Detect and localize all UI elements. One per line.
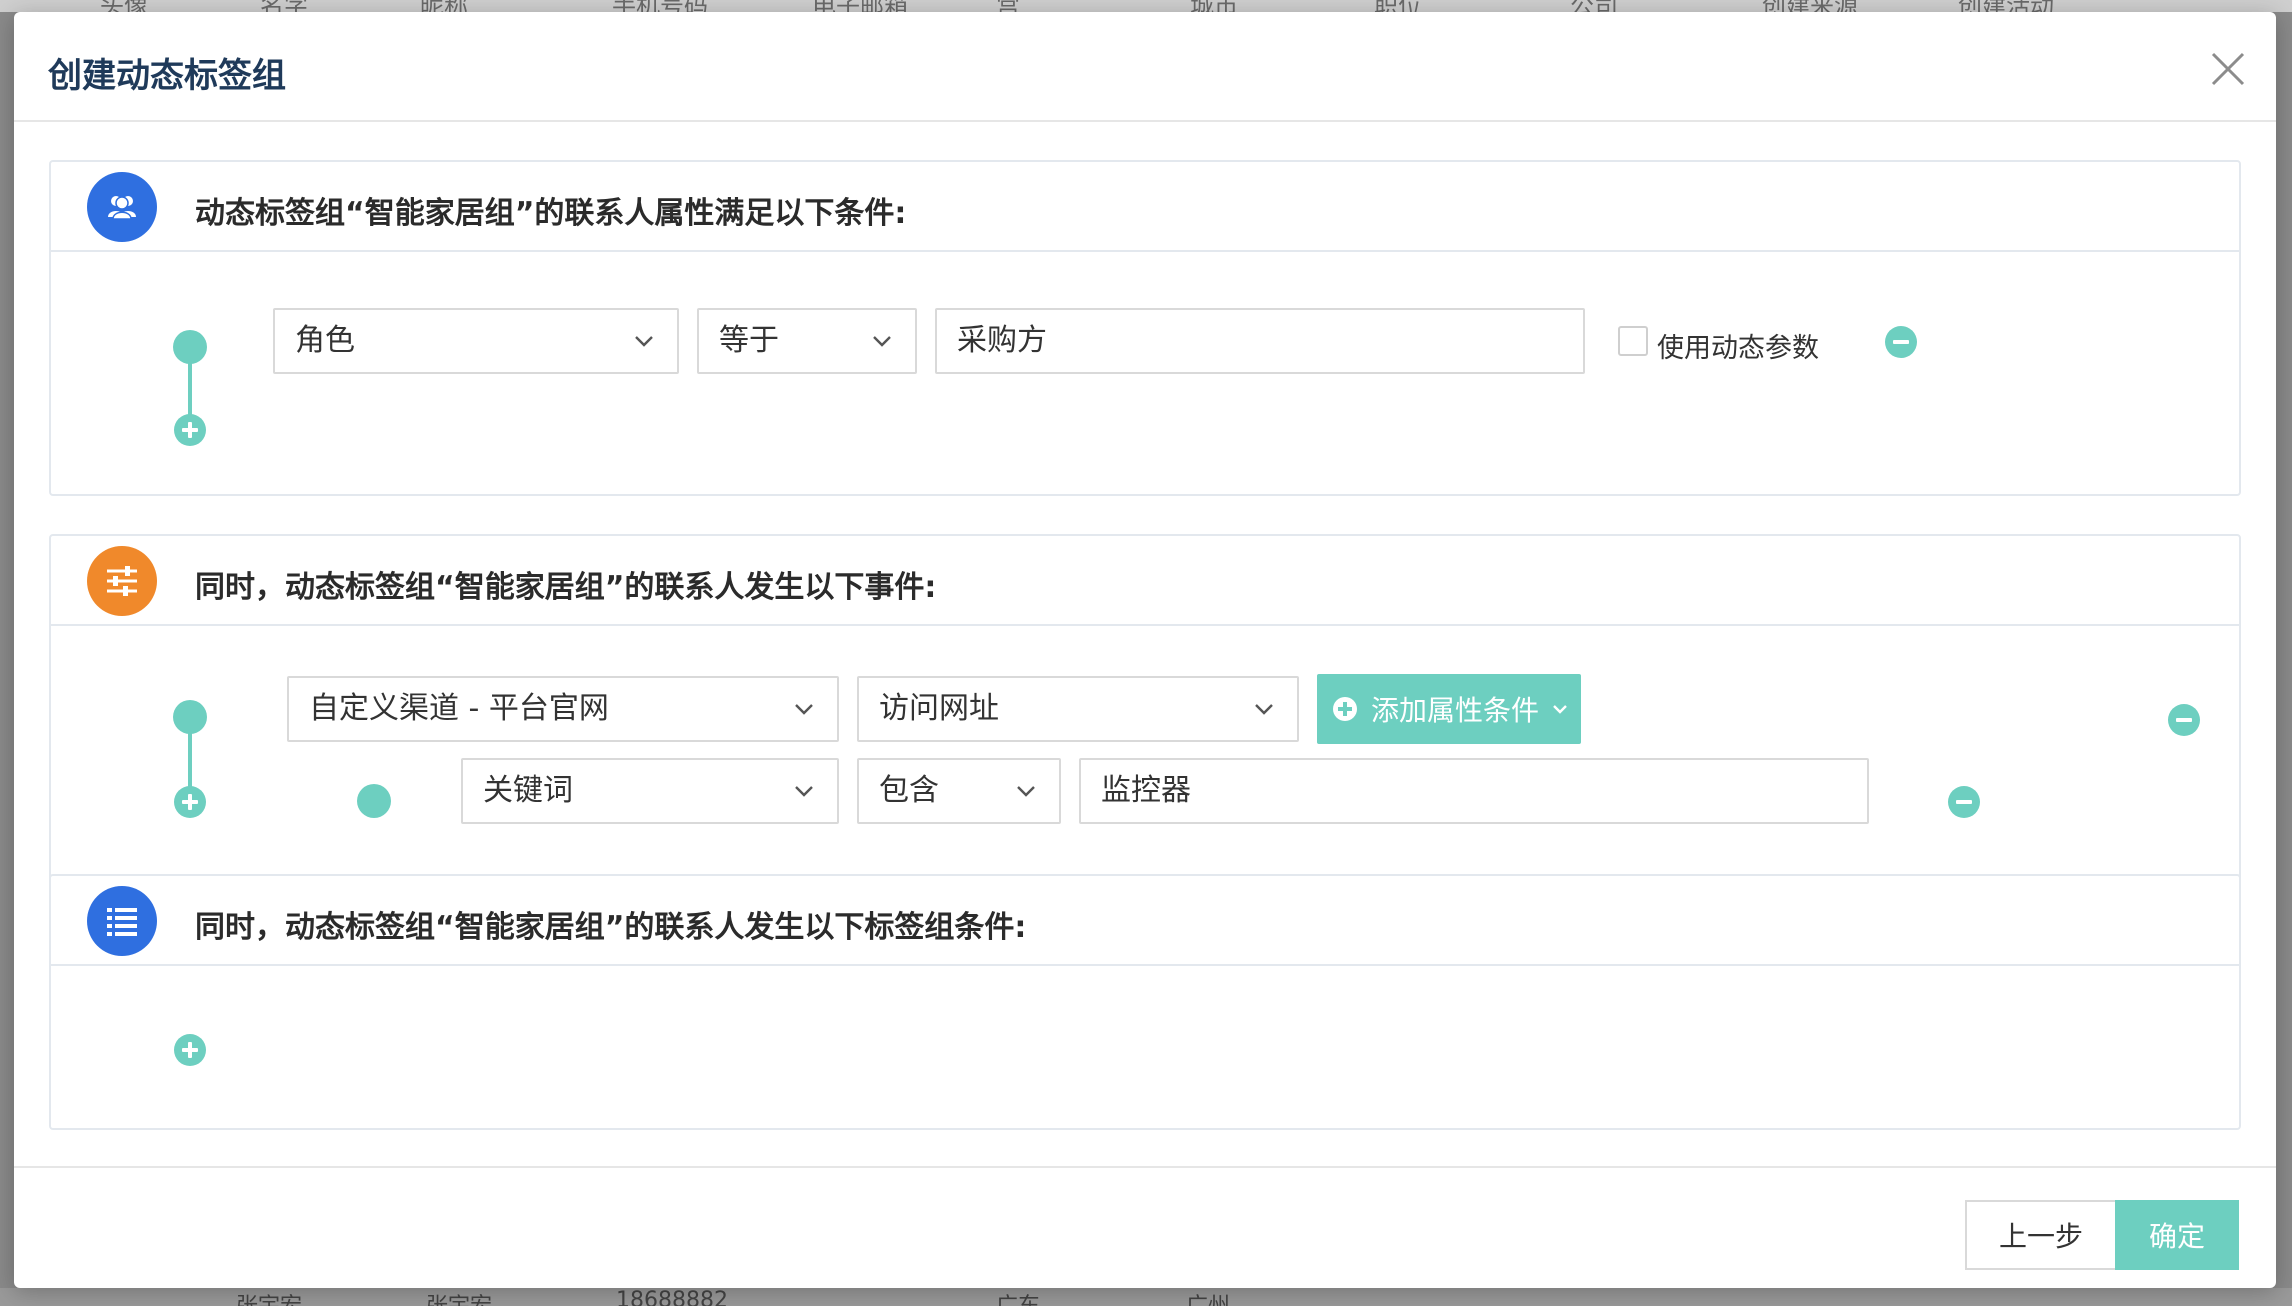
- modal-header: 创建动态标签组: [14, 12, 2276, 122]
- modal-title: 创建动态标签组: [48, 56, 286, 96]
- tag-groups-section-header: 同时，动态标签组“智能家居组”的联系人发生以下标签组条件:: [51, 876, 2239, 966]
- bg-col-position: 职位: [1374, 0, 1422, 12]
- event-property-operator-value: 包含: [879, 773, 939, 808]
- attributes-section: 动态标签组“智能家居组”的联系人属性满足以下条件: 角色 等于 采购方 使用动态…: [49, 160, 2241, 496]
- bg-cell-city: 广州: [1186, 1288, 1230, 1306]
- bg-col-company: 公司: [1570, 0, 1618, 12]
- tag-groups-section-title: 同时，动态标签组“智能家居组”的联系人发生以下标签组条件:: [195, 910, 1027, 945]
- events-section: 同时，动态标签组“智能家居组”的联系人发生以下事件: 自定义渠道 - 平台官网 …: [49, 534, 2241, 884]
- chevron-down-icon: [635, 336, 653, 347]
- add-tag-group-condition-button[interactable]: [174, 1034, 206, 1066]
- events-section-title: 同时，动态标签组“智能家居组”的联系人发生以下事件:: [195, 570, 937, 605]
- add-property-condition-button[interactable]: 添加属性条件: [1317, 674, 1581, 744]
- attributes-section-header: 动态标签组“智能家居组”的联系人属性满足以下条件:: [51, 162, 2239, 252]
- remove-property-condition-button[interactable]: [1948, 786, 1980, 818]
- remove-attribute-condition-button[interactable]: [1885, 326, 1917, 358]
- attribute-value-input[interactable]: 采购方: [935, 308, 1585, 374]
- event-property-value-input[interactable]: 监控器: [1079, 758, 1869, 824]
- tag-groups-section: 同时，动态标签组“智能家居组”的联系人发生以下标签组条件:: [49, 874, 2241, 1130]
- attribute-operator-value: 等于: [719, 323, 779, 358]
- attribute-field-select[interactable]: 角色: [273, 308, 679, 374]
- chevron-down-icon: [873, 336, 891, 347]
- background-table-header: 头像 名字 昵称 手机号码 电子邮箱 宫 城市 职位 公司 创建来源 创建活动: [0, 0, 2292, 12]
- attribute-operator-select[interactable]: 等于: [697, 308, 917, 374]
- attribute-value-text: 采购方: [957, 323, 1047, 358]
- create-dynamic-tag-group-modal: 创建动态标签组 动态标签组“智能家居组”的联系人属性满足以下条件: 角色 等于 …: [14, 12, 2276, 1288]
- attribute-field-value: 角色: [295, 323, 355, 358]
- bg-col-gong: 宫: [996, 0, 1020, 12]
- close-icon[interactable]: [2207, 48, 2249, 90]
- events-section-header: 同时，动态标签组“智能家居组”的联系人发生以下事件:: [51, 536, 2239, 626]
- sliders-icon: [87, 546, 157, 616]
- bg-cell-nickname: 张宇宏: [426, 1288, 492, 1306]
- event-property-value: 关键词: [483, 773, 573, 808]
- event-type-select[interactable]: 访问网址: [857, 676, 1299, 742]
- condition-node-dot: [173, 330, 207, 364]
- event-connector: [188, 732, 192, 794]
- list-icon: [87, 886, 157, 956]
- chevron-down-icon: [1255, 704, 1273, 715]
- confirm-button[interactable]: 确定: [2115, 1200, 2239, 1270]
- chevron-down-icon: [795, 704, 813, 715]
- event-property-select[interactable]: 关键词: [461, 758, 839, 824]
- bg-cell-province: 广东: [996, 1288, 1040, 1306]
- plus-circle-icon: [1333, 697, 1357, 721]
- event-type-value: 访问网址: [879, 691, 999, 726]
- bg-col-name: 名字: [260, 0, 308, 12]
- users-icon: [87, 172, 157, 242]
- bg-col-phone: 手机号码: [612, 0, 708, 12]
- bg-cell-phone: 18688882: [616, 1288, 728, 1306]
- attributes-section-title: 动态标签组“智能家居组”的联系人属性满足以下条件:: [195, 196, 907, 231]
- dynamic-param-label: 使用动态参数: [1657, 333, 1819, 364]
- add-property-condition-label: 添加属性条件: [1371, 694, 1540, 727]
- modal-footer: 上一步 确定: [14, 1166, 2276, 1288]
- bg-col-email: 电子邮箱: [812, 0, 908, 12]
- add-attribute-condition-button[interactable]: [174, 414, 206, 446]
- event-node-dot: [173, 700, 207, 734]
- event-property-value-text: 监控器: [1101, 773, 1191, 808]
- bg-col-avatar: 头像: [100, 0, 148, 12]
- chevron-down-icon: [1017, 786, 1035, 797]
- sub-condition-dot: [357, 784, 391, 818]
- event-property-operator-select[interactable]: 包含: [857, 758, 1061, 824]
- bg-col-nickname: 昵称: [420, 0, 468, 12]
- previous-step-button[interactable]: 上一步: [1965, 1200, 2117, 1270]
- event-channel-value: 自定义渠道 - 平台官网: [309, 691, 609, 726]
- background-table-row: 张宇宏 张宇宏 18688882 广东 广州: [0, 1288, 2292, 1306]
- add-event-button[interactable]: [174, 786, 206, 818]
- bg-cell-name: 张宇宏: [236, 1288, 302, 1306]
- dynamic-param-checkbox[interactable]: [1618, 326, 1648, 356]
- remove-event-button[interactable]: [2168, 704, 2200, 736]
- chevron-down-icon: [1553, 705, 1567, 714]
- chevron-down-icon: [795, 786, 813, 797]
- bg-col-campaign: 创建活动: [1958, 0, 2054, 12]
- bg-col-city: 城市: [1190, 0, 1238, 12]
- bg-col-source: 创建来源: [1762, 0, 1858, 12]
- event-channel-select[interactable]: 自定义渠道 - 平台官网: [287, 676, 839, 742]
